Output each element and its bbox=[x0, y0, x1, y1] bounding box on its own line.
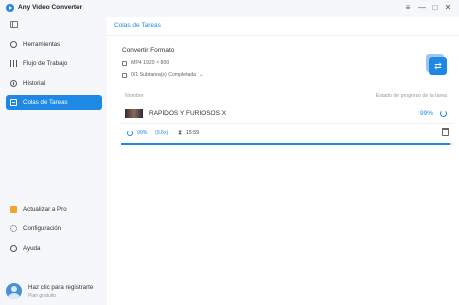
app-logo-icon bbox=[6, 4, 14, 12]
app-title: Any Video Converter bbox=[18, 4, 83, 11]
main-panel: Colas de Tareas Convertir Formato MP4 19… bbox=[107, 17, 459, 305]
gear-icon bbox=[10, 225, 17, 232]
subtask-time-remaining: 15:59 bbox=[186, 130, 199, 136]
task-status-label: 0/1 Subtarea(s) Completada bbox=[131, 72, 197, 78]
sidebar-item-flujo-de-trabajo[interactable]: Flujo de Trabajo bbox=[6, 56, 102, 71]
sidebar-collapse-icon[interactable] bbox=[10, 21, 18, 28]
video-title: RAPIDOS Y FURIOSOS X bbox=[149, 110, 227, 117]
history-icon bbox=[10, 80, 17, 87]
task-format: MP4 1920 × 800 bbox=[122, 60, 169, 66]
task-name: Convertir Formato bbox=[122, 47, 175, 54]
user-name: Haz clic para registrarte bbox=[28, 284, 94, 291]
menu-icon[interactable]: ≡ bbox=[403, 3, 413, 13]
upgrade-icon bbox=[10, 206, 17, 213]
workflow-icon bbox=[10, 60, 17, 67]
sidebar-item-actualizar-a-pro[interactable]: Actualizar a Pro bbox=[6, 202, 102, 217]
hourglass-icon: ⧗ bbox=[178, 130, 183, 136]
subtask-icon bbox=[122, 72, 127, 78]
convert-format-icon: ⇄ bbox=[426, 54, 448, 76]
task-status-dropdown[interactable]: 0/1 Subtarea(s) Completada ⌄ bbox=[122, 72, 204, 78]
sidebar-item-historial[interactable]: Historial bbox=[6, 76, 102, 91]
task-progress-bar bbox=[121, 143, 453, 145]
row-progress-percent: 99% bbox=[419, 110, 433, 117]
sidebar-item-label: Herramientas bbox=[23, 41, 61, 48]
user-plan: Plan gratuito bbox=[28, 293, 57, 299]
task-progress-fill bbox=[121, 143, 450, 145]
title-bar: Any Video Converter ≡ — □ ✕ bbox=[0, 0, 459, 17]
loading-spinner-icon bbox=[440, 110, 447, 117]
sidebar-item-label: Actualizar a Pro bbox=[23, 206, 67, 213]
column-name: Nombre bbox=[125, 93, 144, 99]
sidebar-item-label: Ayuda bbox=[23, 245, 41, 252]
sidebar-item-label: Colas de Tareas bbox=[23, 99, 68, 106]
sidebar-item-label: Historial bbox=[23, 80, 46, 87]
column-progress: Estado de progreso de la tarea bbox=[375, 93, 447, 99]
page-title: Colas de Tareas bbox=[114, 22, 161, 29]
minimize-icon[interactable]: — bbox=[417, 3, 427, 13]
subtask-row: 99% (9.6x) ⧗ 15:59 bbox=[121, 127, 453, 141]
tools-icon bbox=[10, 41, 17, 48]
close-icon[interactable]: ✕ bbox=[443, 3, 453, 13]
video-format-icon bbox=[122, 60, 127, 66]
task-format-label: MP4 1920 × 800 bbox=[131, 60, 170, 66]
table-header: Nombre Estado de progreso de la tarea bbox=[121, 93, 453, 103]
subtask-speed: (9.6x) bbox=[155, 130, 169, 136]
sidebar: Herramientas Flujo de Trabajo Historial … bbox=[0, 17, 107, 305]
sidebar-item-label: Flujo de Trabajo bbox=[23, 60, 68, 67]
video-thumbnail bbox=[125, 109, 143, 118]
sidebar-item-herramientas[interactable]: Herramientas bbox=[6, 37, 102, 52]
subtask-percent: 99% bbox=[137, 130, 148, 136]
task-card: Convertir Formato MP4 1920 × 800 0/1 Sub… bbox=[113, 39, 453, 99]
queue-icon bbox=[10, 99, 17, 106]
avatar bbox=[6, 283, 22, 299]
sidebar-item-colas-de-tareas[interactable]: Colas de Tareas bbox=[6, 95, 102, 110]
user-register-button[interactable]: Haz clic para registrarte Plan gratuito bbox=[6, 283, 106, 301]
table-row[interactable]: RAPIDOS Y FURIOSOS X 99% bbox=[121, 104, 453, 124]
help-icon bbox=[10, 245, 17, 252]
trash-icon[interactable] bbox=[442, 128, 449, 136]
maximize-icon[interactable]: □ bbox=[430, 3, 440, 13]
main-header: Colas de Tareas bbox=[107, 17, 459, 36]
loading-spinner-icon bbox=[127, 130, 133, 136]
sidebar-item-ayuda[interactable]: Ayuda bbox=[6, 241, 102, 256]
sidebar-item-label: Configuración bbox=[23, 225, 62, 232]
sidebar-item-configuracion[interactable]: Configuración bbox=[6, 221, 102, 236]
chevron-down-icon: ⌄ bbox=[199, 72, 204, 78]
